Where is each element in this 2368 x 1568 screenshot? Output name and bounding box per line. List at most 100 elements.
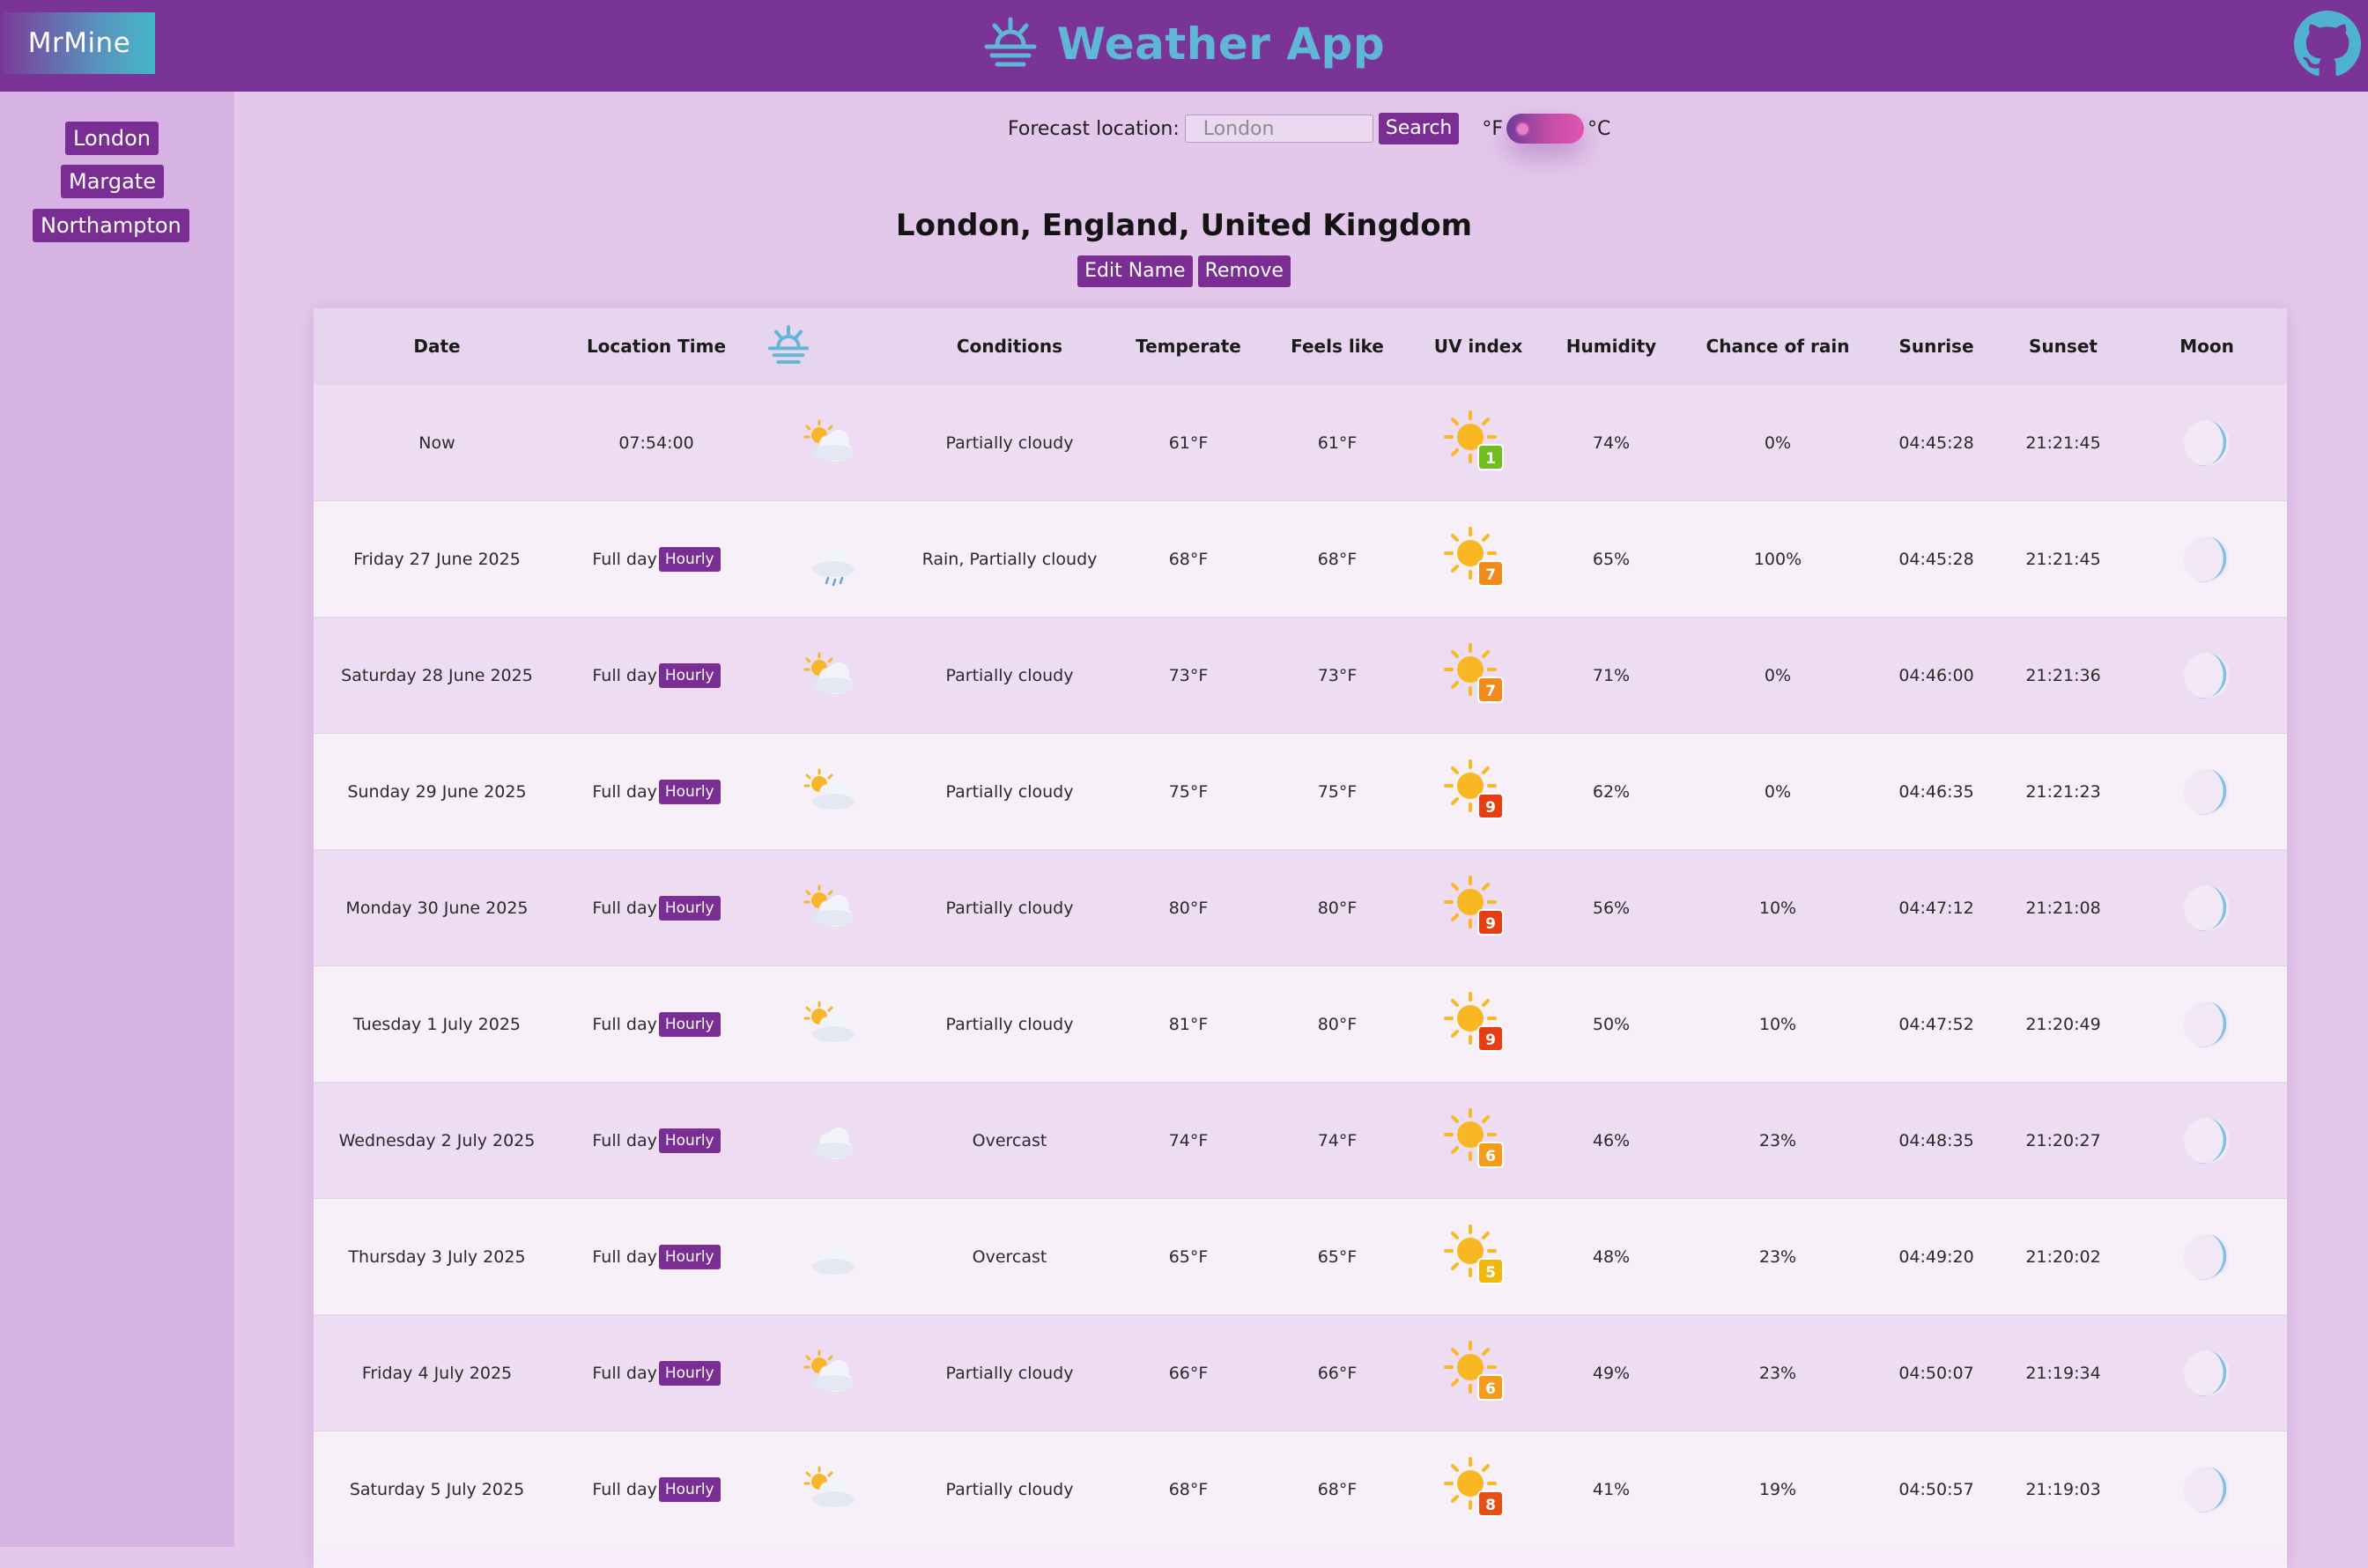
cell-feels-like: 68°F xyxy=(1258,500,1417,618)
cell-sunrise: 04:45:28 xyxy=(1873,384,2000,501)
full-day-label: Full day xyxy=(592,898,657,918)
table-row: Sunday 29 June 2025 Full day Hourly Partial… xyxy=(314,733,2287,850)
hourly-button[interactable]: Hourly xyxy=(658,779,721,804)
partly-cloudy-icon xyxy=(803,419,855,462)
hourly-button[interactable]: Hourly xyxy=(658,1360,721,1386)
unit-toggle[interactable] xyxy=(1506,114,1585,144)
hourly-button[interactable]: Hourly xyxy=(658,1244,721,1269)
cell-date: Saturday 28 June 2025 xyxy=(314,617,560,734)
cell-humidity: 49% xyxy=(1540,1314,1683,1431)
uv-badge: 7 xyxy=(1477,676,1504,703)
cell-moon xyxy=(2127,1431,2287,1547)
partly-cloudy-icon xyxy=(803,652,855,694)
cell-temperature: 66°F xyxy=(1119,1314,1258,1431)
partly-cloudy-icon xyxy=(803,1001,855,1043)
celsius-label: °C xyxy=(1587,117,1611,140)
cell-date: Tuesday 1 July 2025 xyxy=(314,965,560,1083)
cell-conditions: Overcast xyxy=(900,1082,1119,1199)
hourly-button[interactable]: Hourly xyxy=(658,546,721,572)
partly-cloudy-icon xyxy=(803,768,855,810)
cell-date: Friday 27 June 2025 xyxy=(314,500,560,618)
sidebar-item-margate[interactable]: Margate xyxy=(61,165,164,198)
location-heading: London, England, United Kingdom xyxy=(895,208,1473,243)
cell-humidity: 65% xyxy=(1540,500,1683,618)
cell-weather-icon xyxy=(752,1198,900,1315)
cell-sunset: 21:19:03 xyxy=(2000,1431,2127,1547)
cell-sunset: 21:20:02 xyxy=(2000,1198,2127,1315)
sidebar-item-london[interactable]: London xyxy=(65,122,159,155)
cell-moon xyxy=(2127,500,2287,618)
hourly-button[interactable]: Hourly xyxy=(658,1011,721,1037)
cell-weather-icon xyxy=(752,1082,900,1199)
cell-feels-like: 73°F xyxy=(1258,617,1417,734)
cell-location-time: Full day Hourly xyxy=(560,733,752,850)
uv-indicator: 9 xyxy=(1442,988,1514,1061)
cell-weather-icon xyxy=(752,617,900,734)
search-bar: Forecast location: Search °F °C xyxy=(1008,111,1610,146)
uv-indicator: 6 xyxy=(1442,1337,1514,1409)
cell-moon xyxy=(2127,733,2287,850)
sidebar: London Margate Northampton xyxy=(0,92,234,1547)
full-day-group: Full day Hourly xyxy=(592,779,721,804)
cell-uv-index: 9 xyxy=(1417,733,1540,850)
full-day-label: Full day xyxy=(592,1479,657,1499)
hourly-button[interactable]: Hourly xyxy=(658,1128,721,1153)
cell-sunset: 21:21:45 xyxy=(2000,500,2127,618)
hourly-button[interactable]: Hourly xyxy=(658,1476,721,1502)
uv-badge: 9 xyxy=(1477,908,1504,936)
hourly-button[interactable]: Hourly xyxy=(658,895,721,921)
cell-sunrise: 04:47:12 xyxy=(1873,849,2000,966)
cell-chance-of-rain: 0% xyxy=(1683,384,1873,501)
cell-sunset: 21:21:45 xyxy=(2000,384,2127,501)
cell-date: Friday 4 July 2025 xyxy=(314,1314,560,1431)
cell-sunset: 21:21:36 xyxy=(2000,617,2127,734)
full-day-label: Full day xyxy=(592,1130,657,1150)
cell-date: Saturday 5 July 2025 xyxy=(314,1431,560,1547)
cell-location-time: Full day Hourly xyxy=(560,617,752,734)
cell-feels-like: 75°F xyxy=(1258,733,1417,850)
cell-conditions: Partially cloudy xyxy=(900,1314,1119,1431)
cell-humidity: 71% xyxy=(1540,617,1683,734)
github-icon[interactable] xyxy=(2294,11,2361,78)
search-button[interactable]: Search xyxy=(1378,113,1460,144)
uv-indicator: 5 xyxy=(1442,1221,1514,1293)
header-sunrise: Sunrise xyxy=(1873,308,2000,385)
edit-name-button[interactable]: Edit Name xyxy=(1077,255,1193,287)
uv-badge: 6 xyxy=(1477,1373,1504,1401)
cell-conditions: Rain, Partially cloudy xyxy=(900,500,1119,618)
table-row: Tuesday 1 July 2025 Full day Hourly Partial… xyxy=(314,965,2287,1083)
header-temperature: Temperate xyxy=(1119,308,1258,385)
cell-weather-icon xyxy=(752,1314,900,1431)
cell-conditions: Partially cloudy xyxy=(900,965,1119,1083)
table-row: Friday 4 July 2025 Full day Hourly Partiall… xyxy=(314,1314,2287,1431)
search-input[interactable] xyxy=(1184,115,1373,143)
full-day-group: Full day Hourly xyxy=(592,546,721,572)
cell-chance-of-rain: 23% xyxy=(1683,1198,1873,1315)
cell-location-time: Full day Hourly xyxy=(560,1082,752,1199)
table-row: Now 07:54:00 Partially cloudy 61°F 61°F 1 74% 0… xyxy=(314,384,2287,501)
cell-date: Sunday 29 June 2025 xyxy=(314,733,560,850)
cell-feels-like: 68°F xyxy=(1258,1431,1417,1547)
table-row: Friday 27 June 2025 Full day Hourly Rain, P… xyxy=(314,500,2287,618)
cell-weather-icon xyxy=(752,1431,900,1547)
cell-weather-icon xyxy=(752,849,900,966)
header-date: Date xyxy=(314,308,560,385)
cell-chance-of-rain: 10% xyxy=(1683,965,1873,1083)
cell-feels-like: 61°F xyxy=(1258,384,1417,501)
cell-uv-index: 5 xyxy=(1417,1198,1540,1315)
remove-button[interactable]: Remove xyxy=(1197,255,1291,287)
table-row: Monday 30 June 2025 Full day Hourly Partial… xyxy=(314,849,2287,966)
cell-temperature: 81°F xyxy=(1119,965,1258,1083)
header-location-time: Location Time xyxy=(560,308,752,385)
overcast-icon xyxy=(812,1243,855,1276)
cell-chance-of-rain: 10% xyxy=(1683,849,1873,966)
cell-humidity: 56% xyxy=(1540,849,1683,966)
table-row: Saturday 5 July 2025 Full day Hourly Partia… xyxy=(314,1431,2287,1547)
cell-conditions: Partially cloudy xyxy=(900,384,1119,501)
uv-indicator: 1 xyxy=(1442,407,1514,479)
hourly-button[interactable]: Hourly xyxy=(658,662,721,688)
cell-moon xyxy=(2127,617,2287,734)
table-row: Saturday 28 June 2025 Full day Hourly Parti… xyxy=(314,617,2287,734)
cell-temperature: 68°F xyxy=(1119,1431,1258,1547)
uv-badge: 6 xyxy=(1477,1141,1504,1168)
